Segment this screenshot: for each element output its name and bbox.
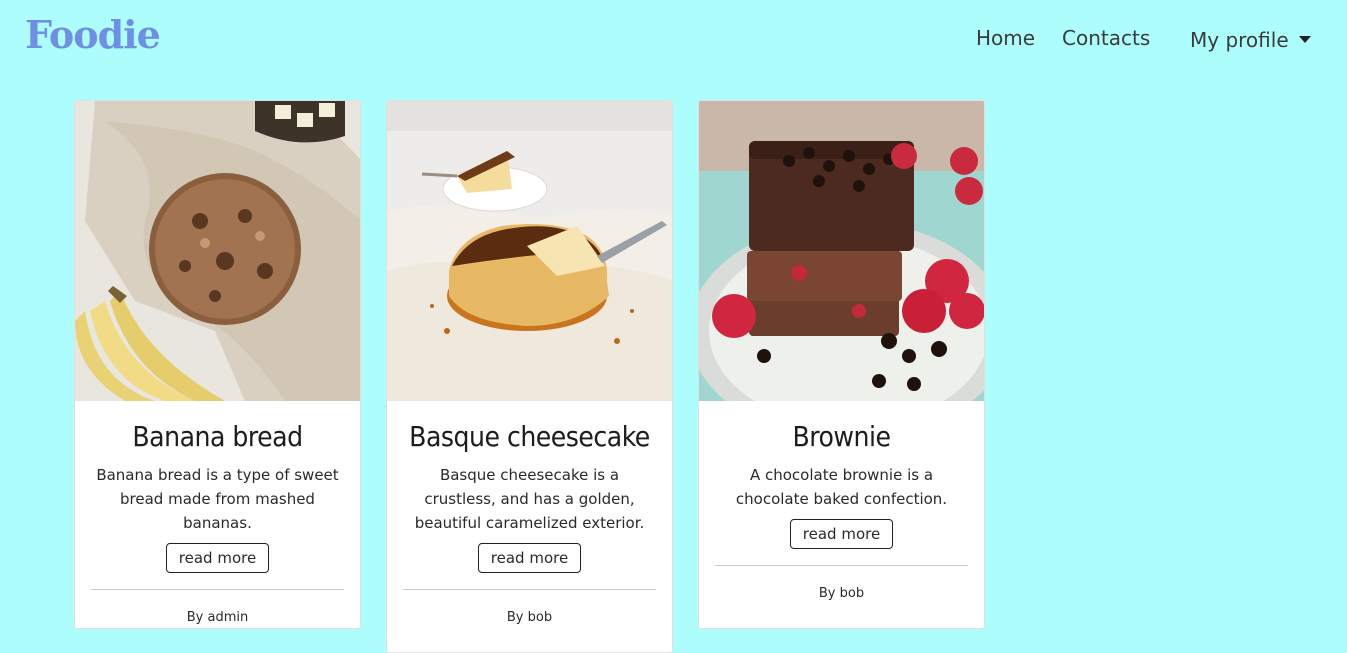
card-title: Banana bread [132, 420, 303, 453]
card-author: By bob [506, 610, 553, 625]
card-description: Basque cheesecake is a crustless, and ha… [414, 466, 645, 532]
nav-profile-label: My profile [1190, 28, 1289, 52]
read-more-button[interactable]: read more [789, 519, 894, 549]
card-body: Banana bread Banana bread is a type of s… [75, 419, 360, 573]
caret-down-icon [1298, 36, 1311, 43]
card-description: Banana bread is a type of sweet bread ma… [96, 466, 339, 532]
recipe-card-basque-cheesecake: Basque cheesecake Basque cheesecake is a… [386, 100, 673, 653]
card-title: Basque cheesecake [409, 420, 650, 453]
card-title: Brownie [792, 420, 892, 453]
card-author: By bob [818, 586, 865, 601]
read-more-button[interactable]: read more [165, 543, 270, 573]
recipe-card-brownie: Brownie A chocolate brownie is a chocola… [698, 100, 985, 629]
brand-logo[interactable]: Foodie [25, 12, 161, 57]
basque-cheesecake-image [387, 101, 672, 401]
read-more-button[interactable]: read more [477, 543, 582, 573]
nav-home-link[interactable]: Home [976, 26, 1035, 50]
nav-profile-dropdown[interactable]: My profile [1190, 28, 1311, 52]
brownie-image [699, 101, 984, 401]
navbar: Foodie Home Contacts My profile [0, 0, 1347, 78]
card-description: A chocolate brownie is a chocolate baked… [735, 466, 948, 508]
nav-contacts-link[interactable]: Contacts [1062, 26, 1150, 50]
card-author: By admin [186, 610, 249, 625]
recipe-card-banana-bread: Banana bread Banana bread is a type of s… [74, 100, 361, 629]
banana-bread-image [75, 101, 360, 401]
card-body: Basque cheesecake Basque cheesecake is a… [387, 419, 672, 573]
card-body: Brownie A chocolate brownie is a chocola… [699, 419, 984, 549]
